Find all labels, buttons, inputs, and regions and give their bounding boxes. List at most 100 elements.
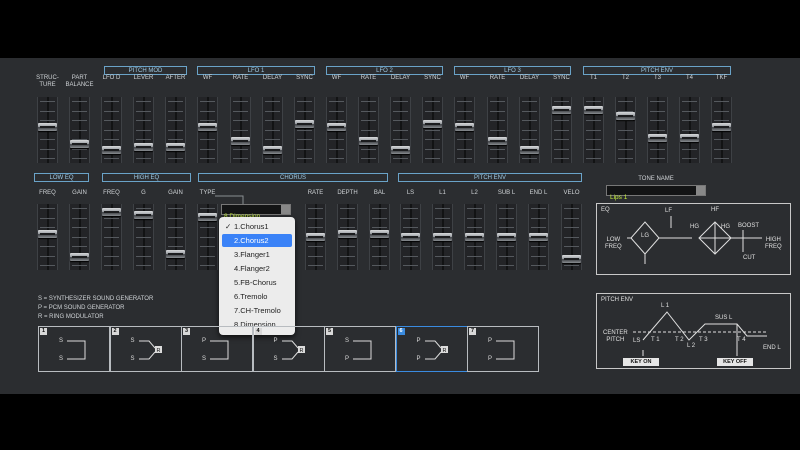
top-knob-20[interactable] (680, 134, 699, 143)
top-knob-6[interactable] (231, 137, 250, 146)
bottom-knob-1[interactable] (70, 252, 89, 261)
top-slider-19[interactable] (647, 97, 668, 163)
structure-6[interactable]: 6PPR (395, 326, 468, 372)
bottom-knob-0[interactable] (38, 230, 57, 239)
top-knob-16[interactable] (552, 106, 571, 115)
top-slider-12[interactable] (422, 97, 443, 163)
bottom-slider-8[interactable] (369, 204, 390, 270)
top-slider-20[interactable] (679, 97, 700, 163)
structure-1[interactable]: 1SS (38, 326, 110, 372)
top-knob-17[interactable] (584, 106, 603, 115)
header-pitch-env-bottom: PITCH ENV (398, 173, 582, 182)
top-slider-3[interactable] (133, 97, 154, 163)
bottom-knob-9[interactable] (401, 233, 420, 241)
chorus-menu-item-5[interactable]: 5.FB-Chorus (222, 276, 292, 289)
chorus-menu-item-label: 2.Chorus2 (234, 236, 269, 245)
top-knob-13[interactable] (455, 123, 474, 132)
top-knob-15[interactable] (520, 145, 539, 154)
bottom-knob-4[interactable] (166, 249, 185, 258)
top-slider-6[interactable] (230, 97, 251, 163)
bottom-knob-5[interactable] (198, 213, 217, 222)
tone-name-field[interactable]: Lips 1 (606, 185, 706, 201)
top-slider-8[interactable] (294, 97, 315, 163)
bottom-knob-13[interactable] (529, 233, 548, 241)
top-slider-7[interactable] (262, 97, 283, 163)
top-slider-11[interactable] (390, 97, 411, 163)
bottom-knob-3[interactable] (134, 210, 153, 219)
top-knob-21[interactable] (712, 123, 731, 132)
bottom-knob-10[interactable] (433, 233, 452, 241)
top-knob-10[interactable] (359, 137, 378, 146)
top-slider-18[interactable] (615, 97, 636, 163)
top-label-5: WF (202, 75, 213, 81)
chorus-menu-item-6[interactable]: 6.Tremolo (222, 290, 292, 303)
chorus-menu-item-7[interactable]: 7.CH-Tremolo (222, 304, 292, 317)
bottom-slider-3[interactable] (133, 204, 154, 270)
bottom-slider-13[interactable] (528, 204, 549, 270)
bottom-slider-14[interactable] (561, 204, 582, 270)
chorus-menu-item-3[interactable]: 3.Flanger1 (222, 248, 292, 261)
chorus-type-button[interactable] (281, 205, 290, 214)
tone-name-value: Lips 1 (610, 194, 628, 201)
bottom-slider-11[interactable] (464, 204, 485, 270)
structure-5[interactable]: 5SP (324, 326, 396, 372)
header-high-eq: HIGH EQ (102, 173, 191, 182)
top-knob-4[interactable] (166, 142, 185, 151)
chorus-menu-item-2[interactable]: 2.Chorus2 (222, 234, 292, 247)
bottom-knob-11[interactable] (465, 233, 484, 241)
top-knob-1[interactable] (70, 140, 89, 148)
top-slider-13[interactable] (454, 97, 475, 163)
top-slider-14[interactable] (487, 97, 508, 163)
top-slider-15[interactable] (519, 97, 540, 163)
top-slider-4[interactable] (165, 97, 186, 163)
chorus-menu-item-label: 4.Flanger2 (234, 264, 270, 273)
bottom-slider-5[interactable] (197, 204, 218, 270)
tone-name-label: TONE NAME (638, 176, 674, 182)
structure-7[interactable]: 7PP (467, 326, 539, 372)
structure-3[interactable]: 3PS (181, 326, 253, 372)
bottom-knob-6[interactable] (306, 233, 325, 241)
top-slider-21[interactable] (711, 97, 732, 163)
top-knob-7[interactable] (263, 145, 282, 154)
top-label-21: TKF (715, 75, 728, 81)
top-slider-5[interactable] (197, 97, 218, 163)
bottom-slider-0[interactable] (37, 204, 58, 270)
top-knob-5[interactable] (198, 123, 217, 132)
bottom-knob-14[interactable] (562, 255, 581, 264)
bottom-knob-8[interactable] (370, 230, 389, 239)
bottom-slider-1[interactable] (69, 204, 90, 270)
top-slider-2[interactable] (101, 97, 122, 163)
top-knob-9[interactable] (327, 123, 346, 132)
bottom-slider-9[interactable] (400, 204, 421, 270)
chorus-menu-item-1[interactable]: ✓ 1.Chorus1 (222, 220, 292, 233)
bottom-slider-7[interactable] (337, 204, 358, 270)
top-knob-14[interactable] (488, 137, 507, 146)
top-slider-9[interactable] (326, 97, 347, 163)
top-knob-19[interactable] (648, 134, 667, 143)
top-knob-2[interactable] (102, 145, 121, 154)
tone-name-button[interactable] (696, 186, 705, 195)
bottom-slider-10[interactable] (432, 204, 453, 270)
top-knob-0[interactable] (38, 123, 57, 132)
chorus-type-select[interactable]: 8.Dimension (221, 204, 291, 220)
top-slider-16[interactable] (551, 97, 572, 163)
bottom-knob-7[interactable] (338, 230, 357, 239)
top-knob-11[interactable] (391, 145, 410, 154)
top-knob-8[interactable] (295, 120, 314, 129)
top-knob-3[interactable] (134, 142, 153, 151)
top-slider-0[interactable] (37, 97, 58, 163)
bottom-slider-2[interactable] (101, 204, 122, 270)
bottom-slider-6[interactable] (305, 204, 326, 270)
chorus-menu-item-4[interactable]: 4.Flanger2 (222, 262, 292, 275)
top-knob-12[interactable] (423, 120, 442, 129)
structure-4[interactable]: 4PSR (252, 326, 325, 372)
bottom-knob-12[interactable] (497, 233, 516, 241)
bottom-slider-4[interactable] (165, 204, 186, 270)
top-knob-18[interactable] (616, 112, 635, 120)
bottom-knob-2[interactable] (102, 207, 121, 216)
top-slider-10[interactable] (358, 97, 379, 163)
bottom-slider-12[interactable] (496, 204, 517, 270)
top-slider-1[interactable] (69, 97, 90, 163)
top-slider-17[interactable] (583, 97, 604, 163)
structure-2[interactable]: 2SSR (109, 326, 182, 372)
